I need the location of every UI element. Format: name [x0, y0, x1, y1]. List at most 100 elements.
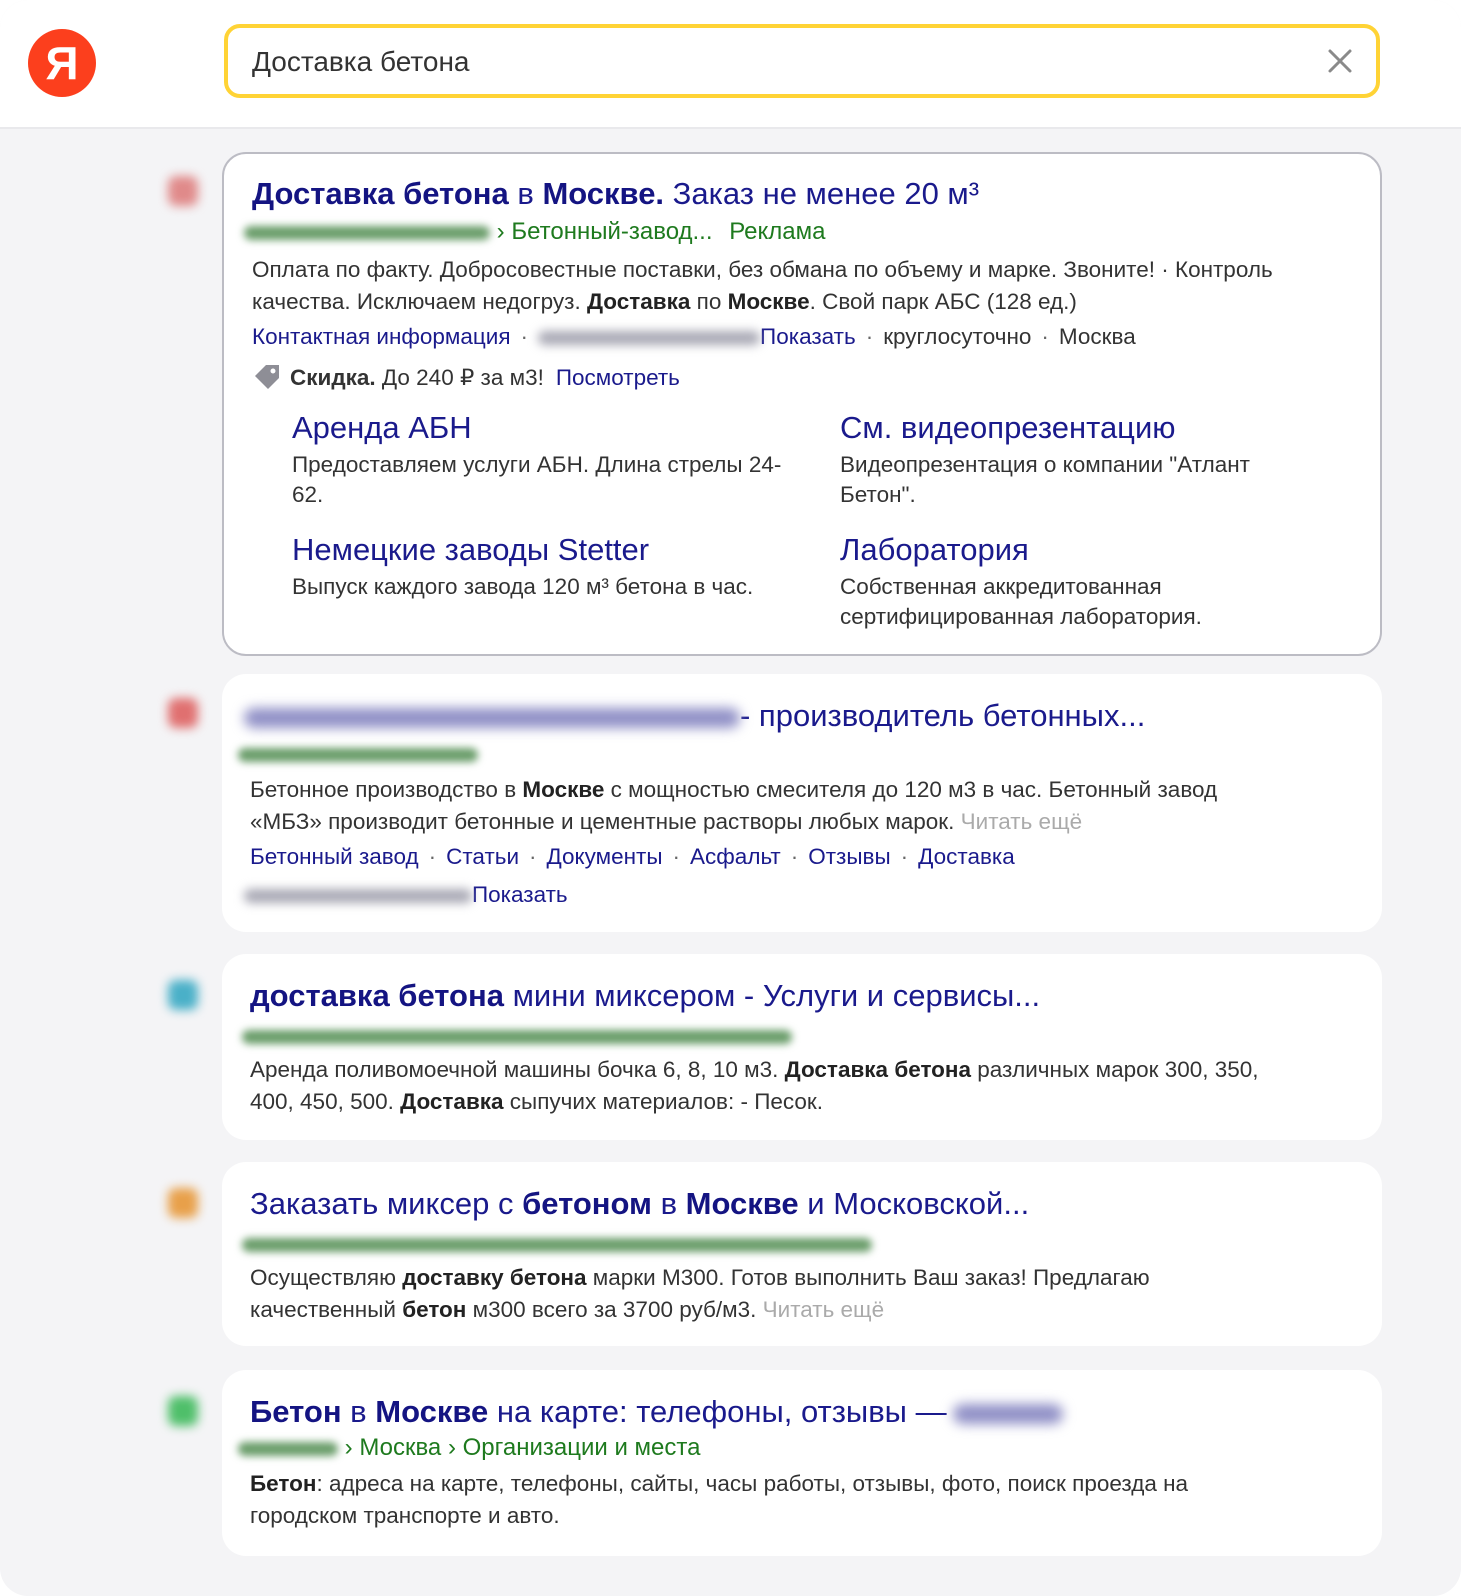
- result-title[interactable]: Бетон в Москве на карте: телефоны, отзыв…: [250, 1394, 1063, 1430]
- snippet-highlight: Бетон: [250, 1471, 317, 1496]
- result-url[interactable]: [242, 1022, 792, 1050]
- snippet-text: марки М300. Готов выполнить Ваш заказ! П…: [586, 1265, 1150, 1290]
- quick-link[interactable]: Доставка: [918, 844, 1015, 869]
- title-part: в: [341, 1394, 376, 1429]
- snippet-line: Осуществляю доставку бетона марки М300. …: [250, 1262, 1360, 1294]
- result-url[interactable]: › Бетонный-завод... Реклама: [244, 218, 825, 246]
- result-title[interactable]: - производитель бетонных...: [244, 698, 1145, 734]
- favicon-icon: [168, 980, 198, 1010]
- read-more-link[interactable]: Читать ещё: [763, 1297, 884, 1322]
- snippet-highlight: Доставка: [400, 1089, 504, 1114]
- result-url[interactable]: [242, 1230, 872, 1258]
- snippet-line: Бетонное производство в Москве с мощност…: [250, 774, 1360, 806]
- snippet-text: по: [690, 289, 728, 314]
- organic-result-card: доставка бетона мини миксером - Услуги и…: [222, 954, 1382, 1140]
- promo-link[interactable]: Посмотреть: [544, 365, 680, 390]
- snippet-highlight: Доставка: [586, 289, 691, 314]
- snippet-text: : адреса на карте, телефоны, сайты, часы…: [316, 1471, 1189, 1496]
- result-snippet: Бетон: адреса на карте, телефоны, сайты,…: [250, 1468, 1360, 1532]
- snippet-line: Оплата по факту. Добросовестные поставки…: [252, 257, 1273, 282]
- snippet-line: качества. Исключаем недогруз. Доставка п…: [252, 286, 1362, 318]
- sitelink-title[interactable]: Аренда АБН: [292, 410, 792, 446]
- snippet-text: Аренда поливомоечной машины бочка 6, 8, …: [250, 1057, 785, 1082]
- snippet-line: Аренда поливомоечной машины бочка 6, 8, …: [250, 1054, 1360, 1086]
- snippet-highlight: Доставка бетона: [784, 1057, 972, 1082]
- contact-info-link[interactable]: Контактная информация: [252, 324, 511, 349]
- snippet-text: качества. Исключаем недогруз.: [252, 289, 587, 314]
- sitelink[interactable]: Лаборатория Собственная аккредитованная …: [840, 532, 1260, 632]
- title-part: Москве: [685, 1186, 799, 1221]
- ad-label: Реклама: [729, 218, 826, 245]
- snippet-text: с мощностью смесителя до 120 м3 в час. Б…: [604, 777, 1218, 802]
- show-phone-link[interactable]: Показать: [472, 882, 568, 907]
- work-hours: круглосуточно: [883, 324, 1032, 349]
- blurred-phone: [538, 331, 761, 346]
- snippet-text: качественный: [250, 1297, 403, 1322]
- title-part: Заказ не менее 20 м³: [664, 176, 980, 211]
- blurred-site-name: [244, 707, 740, 728]
- snippet-text: м300 всего за 3700 руб/м3.: [466, 1297, 763, 1322]
- breadcrumb-item[interactable]: › Москва: [345, 1434, 442, 1461]
- title-part: на карте: телефоны, отзывы —: [488, 1394, 947, 1429]
- quick-link[interactable]: Бетонный завод: [250, 844, 419, 869]
- result-url[interactable]: [238, 740, 478, 768]
- favicon-icon: [168, 176, 198, 206]
- title-part: - производитель бетонных...: [740, 698, 1146, 733]
- serp-page: Я Доставка бетона в Москве. Заказ не мен…: [0, 0, 1461, 1596]
- snippet-line: «МБЗ» производит бетонные и цементные ра…: [250, 806, 1360, 838]
- result-snippet: Оплата по факту. Добросовестные поставки…: [252, 254, 1362, 318]
- result-snippet: Бетонное производство в Москве с мощност…: [250, 774, 1360, 838]
- url-path[interactable]: › Бетонный-завод...: [497, 218, 713, 245]
- result-title[interactable]: доставка бетона мини миксером - Услуги и…: [250, 978, 1040, 1014]
- organic-result-card: - производитель бетонных... Бетонное про…: [222, 674, 1382, 932]
- search-input[interactable]: [250, 28, 1314, 96]
- favicon-icon: [168, 698, 198, 728]
- quick-link[interactable]: Документы: [547, 844, 663, 869]
- show-phone-link[interactable]: Показать: [760, 324, 856, 349]
- blurred-domain: [242, 1029, 792, 1044]
- city-label: Москва: [1058, 324, 1136, 349]
- snippet-text: . Свой парк АБС (128 ед.): [809, 289, 1077, 314]
- read-more-link[interactable]: Читать ещё: [961, 809, 1082, 834]
- title-part: Доставка бетона: [252, 176, 509, 211]
- favicon-icon: [168, 1188, 198, 1218]
- title-part: Москве.: [542, 176, 665, 211]
- snippet-line: городском транспорте и авто.: [250, 1503, 560, 1528]
- organic-result-card: Бетон в Москве на карте: телефоны, отзыв…: [222, 1370, 1382, 1556]
- result-title[interactable]: Доставка бетона в Москве. Заказ не менее…: [252, 176, 979, 212]
- snippet-highlight: доставку бетона: [402, 1265, 587, 1290]
- breadcrumb-item[interactable]: › Организации и места: [448, 1434, 700, 1461]
- promo-text: До 240 ₽ за м3!: [375, 364, 544, 390]
- result-url[interactable]: › Москва › Организации и места: [238, 1434, 700, 1462]
- sitelink-desc: Видеопрезентация о компании "Атлант Бето…: [840, 452, 1250, 507]
- quick-link[interactable]: Отзывы: [808, 844, 890, 869]
- result-snippet: Аренда поливомоечной машины бочка 6, 8, …: [250, 1054, 1360, 1118]
- title-part: в: [651, 1186, 686, 1221]
- snippet-line: Бетон: адреса на карте, телефоны, сайты,…: [250, 1468, 1360, 1500]
- sitelink[interactable]: Немецкие заводы Stetter Выпуск каждого з…: [292, 532, 812, 602]
- title-part: доставка бетона: [250, 978, 504, 1013]
- header: Я: [0, 0, 1461, 129]
- snippet-text: Осуществляю: [250, 1265, 403, 1290]
- result-snippet: Осуществляю доставку бетона марки М300. …: [250, 1262, 1360, 1326]
- sitelink-title[interactable]: Лаборатория: [840, 532, 1260, 568]
- ad-result-card: Доставка бетона в Москве. Заказ не менее…: [222, 152, 1382, 656]
- contact-row: Контактная информация · Показать · круглосут…: [252, 324, 1136, 349]
- result-title[interactable]: Заказать миксер с бетоном в Москве и Мос…: [250, 1186, 1029, 1222]
- title-part: Москве: [375, 1394, 489, 1429]
- snippet-line: 400, 450, 500. Доставка сыпучих материал…: [250, 1086, 1360, 1118]
- sitelink[interactable]: Аренда АБН Предоставляем услуги АБН. Дли…: [292, 410, 792, 510]
- snippet-text: 400, 450, 500.: [250, 1089, 401, 1114]
- snippet-text: Бетонное производство в: [250, 777, 523, 802]
- quick-link[interactable]: Асфальт: [690, 844, 781, 869]
- blurred-site-name: [952, 1403, 1063, 1424]
- blurred-domain: [242, 1237, 872, 1252]
- blurred-domain: [238, 1441, 338, 1456]
- sitelink-title[interactable]: См. видеопрезентацию: [840, 410, 1320, 446]
- sitelink[interactable]: См. видеопрезентацию Видеопрезентация о …: [840, 410, 1320, 510]
- sitelink-title[interactable]: Немецкие заводы Stetter: [292, 532, 812, 568]
- yandex-logo[interactable]: Я: [28, 29, 96, 97]
- promo-row: Скидка. До 240 ₽ за м3! Посмотреть: [252, 362, 680, 396]
- close-icon[interactable]: [1326, 47, 1354, 75]
- quick-link[interactable]: Статьи: [446, 844, 519, 869]
